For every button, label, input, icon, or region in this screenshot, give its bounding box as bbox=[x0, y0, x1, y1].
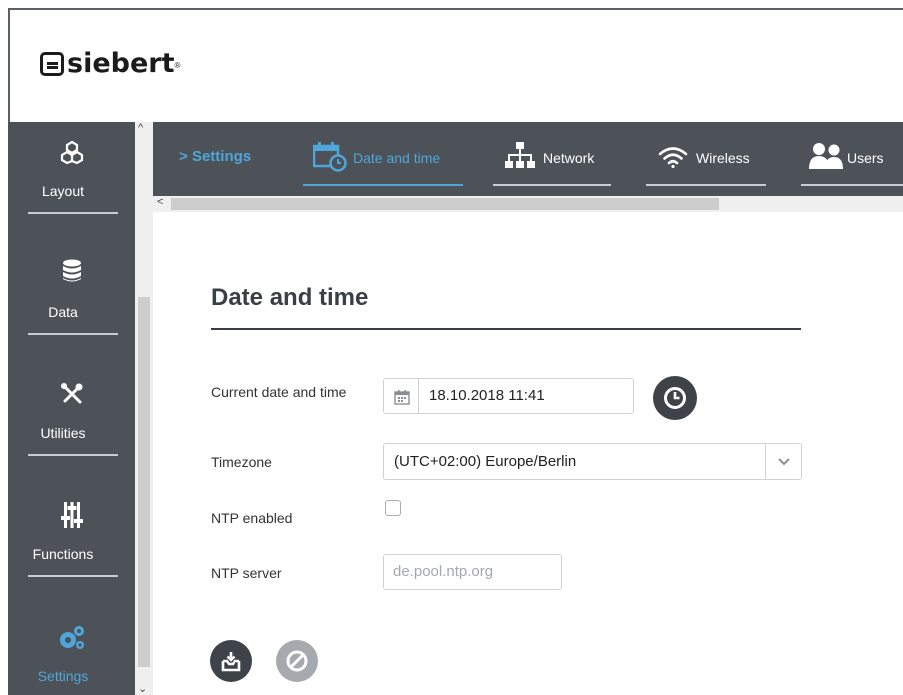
sliders-icon bbox=[60, 502, 83, 528]
ntp-enabled-checkbox[interactable] bbox=[385, 500, 401, 516]
timezone-label: Timezone bbox=[211, 454, 272, 470]
breadcrumb-label: Settings bbox=[191, 148, 252, 165]
sidebar-item-label: Data bbox=[48, 304, 78, 320]
chevron-down-icon bbox=[778, 458, 790, 466]
calendar-clock-icon bbox=[313, 142, 347, 172]
database-icon bbox=[62, 259, 81, 282]
ntp-server-label: NTP server bbox=[211, 565, 282, 581]
tab-label: Users bbox=[847, 150, 884, 166]
vertical-scrollbar[interactable]: ^ ⌄ bbox=[135, 122, 153, 695]
logo-text: siebert bbox=[67, 48, 175, 79]
siebert-logo: siebert ® bbox=[40, 48, 180, 79]
chevron-right-icon: > bbox=[179, 148, 188, 165]
tab-underline bbox=[646, 184, 766, 186]
save-button[interactable] bbox=[210, 640, 252, 682]
sidebar-item-label: Utilities bbox=[40, 425, 86, 441]
sidebar-item-label: Layout bbox=[41, 183, 85, 199]
sidebar-divider bbox=[28, 575, 118, 577]
sidebar: Layout Data Utilities Functions Settings bbox=[8, 122, 135, 695]
ntp-enabled-label: NTP enabled bbox=[211, 510, 293, 526]
sidebar-item-layout[interactable]: Layout bbox=[8, 122, 135, 232]
set-current-time-button[interactable] bbox=[653, 376, 697, 420]
registered-mark: ® bbox=[174, 61, 181, 70]
tab-label: Wireless bbox=[696, 150, 750, 166]
save-icon bbox=[221, 652, 241, 672]
calendar-icon bbox=[394, 390, 410, 405]
tab-underline bbox=[493, 184, 611, 186]
timezone-select[interactable]: (UTC+02:00) Europe/Berlin bbox=[383, 443, 802, 480]
horizontal-scrollbar[interactable]: < bbox=[153, 196, 903, 212]
siebert-logo-mark-icon bbox=[40, 51, 64, 76]
select-divider bbox=[765, 444, 766, 479]
sidebar-divider bbox=[28, 333, 118, 335]
sidebar-item-label: Functions bbox=[32, 546, 94, 562]
timezone-value: (UTC+02:00) Europe/Berlin bbox=[394, 453, 577, 470]
sidebar-item-settings[interactable]: Settings bbox=[8, 606, 135, 695]
cancel-button[interactable] bbox=[276, 640, 318, 682]
tab-bar: > Settings Date and time Network Wireles… bbox=[153, 122, 903, 196]
breadcrumb[interactable]: > Settings bbox=[179, 148, 251, 165]
tab-wireless[interactable]: Wireless bbox=[646, 136, 774, 186]
sidebar-item-utilities[interactable]: Utilities bbox=[8, 364, 135, 474]
scroll-left-icon[interactable]: < bbox=[157, 196, 163, 208]
header: siebert ® bbox=[8, 8, 903, 122]
ntp-server-field[interactable]: de.pool.ntp.org bbox=[383, 554, 562, 590]
wifi-icon bbox=[658, 147, 688, 168]
sidebar-item-functions[interactable]: Functions bbox=[8, 484, 135, 594]
datetime-label: Current date and time bbox=[211, 384, 347, 400]
tab-date-and-time[interactable]: Date and time bbox=[303, 136, 463, 186]
sidebar-divider bbox=[28, 212, 118, 214]
main-content: Date and time Current date and time 18.1… bbox=[153, 212, 903, 695]
tab-label: Date and time bbox=[353, 150, 441, 166]
users-icon bbox=[809, 143, 843, 169]
sidebar-item-label: Settings bbox=[37, 668, 89, 684]
title-underline bbox=[211, 328, 801, 330]
ntp-server-placeholder: de.pool.ntp.org bbox=[393, 563, 494, 580]
tab-network[interactable]: Network bbox=[493, 136, 621, 186]
datetime-field[interactable]: 18.10.2018 11:41 bbox=[383, 378, 634, 414]
scrollbar-thumb[interactable] bbox=[138, 297, 150, 667]
page-title: Date and time bbox=[211, 284, 369, 311]
clock-icon bbox=[664, 387, 686, 409]
tab-underline bbox=[303, 184, 463, 186]
scrollbar-thumb[interactable] bbox=[171, 198, 719, 210]
tab-underline bbox=[801, 184, 903, 186]
scroll-down-icon[interactable]: ⌄ bbox=[138, 682, 147, 695]
cancel-icon bbox=[286, 650, 308, 672]
sidebar-item-data[interactable]: Data bbox=[8, 242, 135, 352]
scroll-up-icon[interactable]: ^ bbox=[138, 122, 143, 134]
sidebar-divider bbox=[28, 454, 118, 456]
tools-icon bbox=[60, 383, 82, 404]
layout-icon bbox=[60, 140, 83, 164]
app-frame: siebert ® Layout Data Utilities Function… bbox=[8, 8, 903, 695]
tab-label: Network bbox=[543, 150, 595, 166]
gears-icon bbox=[59, 626, 84, 649]
datetime-value: 18.10.2018 11:41 bbox=[429, 387, 545, 404]
network-icon bbox=[505, 142, 535, 168]
tab-users[interactable]: Users bbox=[801, 136, 903, 186]
field-divider bbox=[418, 379, 419, 413]
